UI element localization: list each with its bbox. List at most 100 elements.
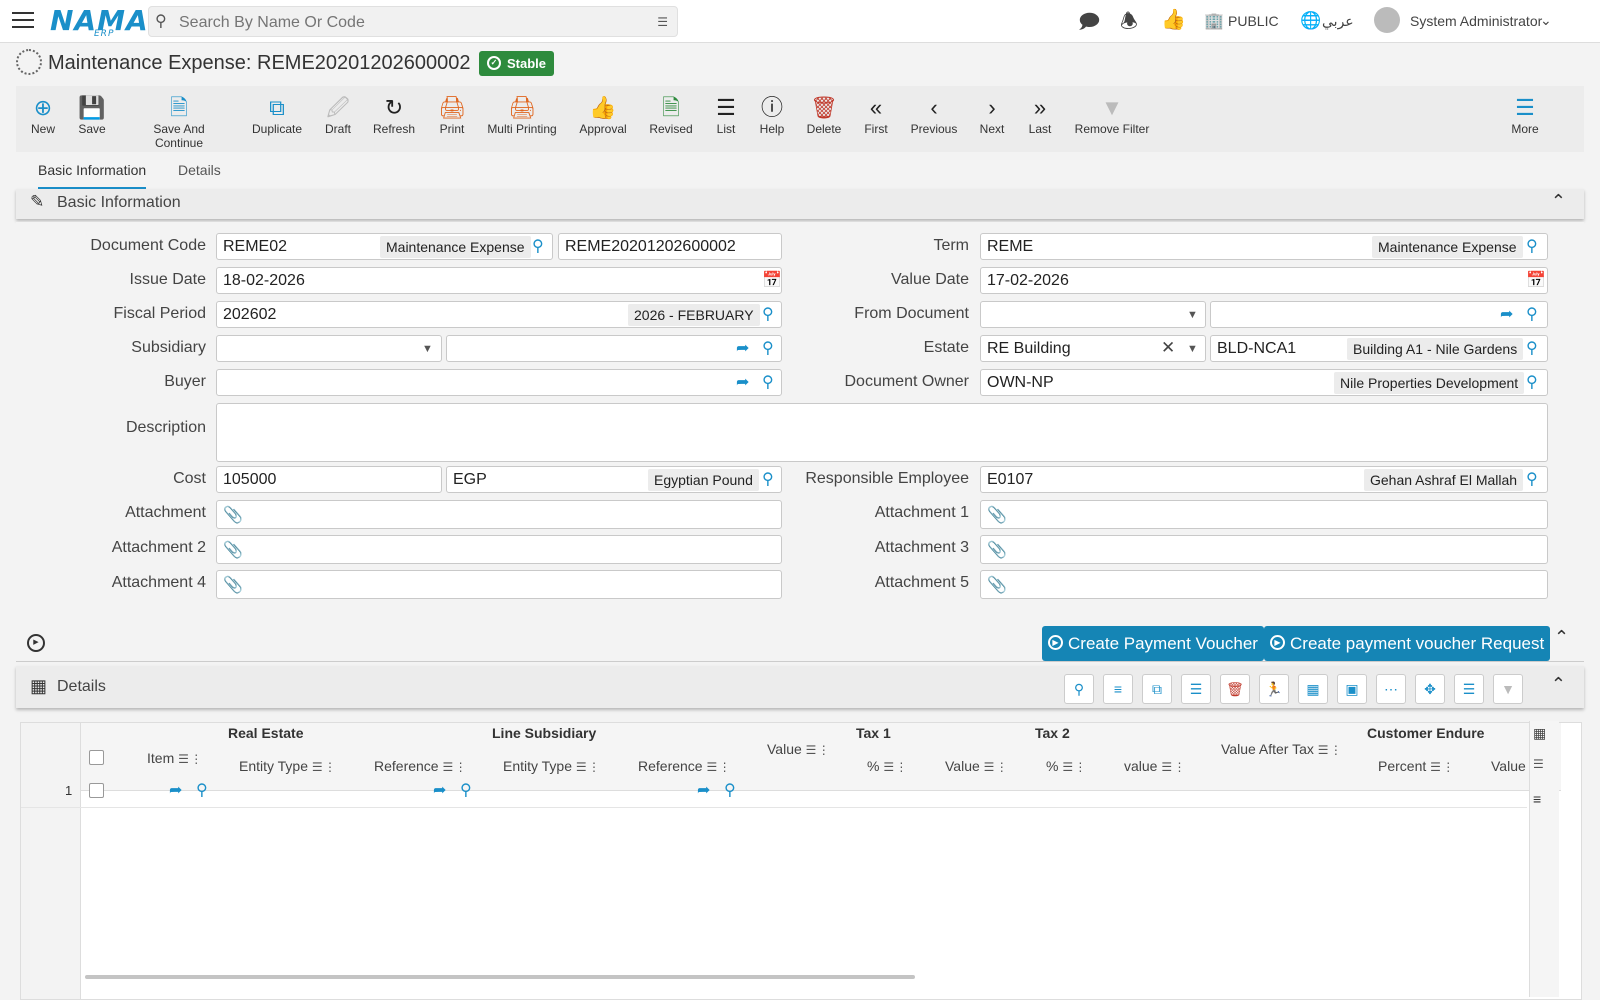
search-plus-icon[interactable]: ⚲ bbox=[532, 236, 544, 256]
delete-button[interactable]: 🗑 Delete bbox=[806, 94, 842, 136]
col-entity-type[interactable]: Entity Type ☰ ⋮ bbox=[239, 758, 336, 774]
col-reference[interactable]: Reference ☰ ⋮ bbox=[374, 758, 467, 774]
revised-button[interactable]: 🗎 Revised bbox=[648, 94, 694, 136]
search-plus-icon[interactable]: ⚲ bbox=[1526, 372, 1538, 392]
caret-down-icon[interactable]: ▼ bbox=[1187, 343, 1198, 355]
previous-button[interactable]: ‹ Previous bbox=[910, 94, 958, 136]
search-plus-icon[interactable]: ⚲ bbox=[762, 469, 774, 489]
search-plus-icon[interactable]: ⚲ bbox=[1526, 469, 1538, 489]
attachment-3-field[interactable]: 📎 bbox=[980, 535, 1548, 564]
basic-info-panel-header[interactable]: ✎ Basic Information ⌃ bbox=[16, 189, 1584, 219]
menu-icon[interactable] bbox=[12, 12, 34, 30]
subsidiary-select[interactable] bbox=[216, 335, 442, 362]
attachment-2-field[interactable]: 📎 bbox=[216, 535, 782, 564]
next-button[interactable]: › Next bbox=[978, 94, 1006, 136]
description-textarea[interactable] bbox=[216, 403, 1548, 462]
filter-icon[interactable]: ☰ ⋮ bbox=[1318, 743, 1342, 757]
filter-icon[interactable]: ☰ ⋮ bbox=[312, 760, 336, 774]
issue-date-field[interactable]: 18-02-2026 bbox=[216, 267, 782, 294]
from-document-select[interactable] bbox=[980, 301, 1206, 328]
tab-details[interactable]: Details bbox=[178, 162, 221, 178]
more-button[interactable]: ☰ More bbox=[1510, 94, 1540, 136]
search-plus-icon[interactable]: ⚲ bbox=[196, 780, 208, 800]
duplicate-button[interactable]: ⧉ Duplicate bbox=[252, 94, 302, 136]
chevron-up-icon[interactable]: ⌃ bbox=[1551, 191, 1566, 212]
share-icon[interactable]: ➦ bbox=[433, 780, 446, 800]
calendar-icon[interactable]: 📅 bbox=[1526, 270, 1546, 290]
remove-filter-button[interactable]: ▼ Remove Filter bbox=[1074, 94, 1150, 136]
copy-icon[interactable]: ⧉ bbox=[1142, 674, 1172, 704]
search-plus-icon[interactable]: ⚲ bbox=[460, 780, 472, 800]
search-plus-icon[interactable]: ⚲ bbox=[724, 780, 736, 800]
col-value[interactable]: Value ☰ ⋮ bbox=[767, 741, 830, 757]
avatar[interactable] bbox=[1374, 7, 1400, 33]
play-circle-icon[interactable]: ▶ bbox=[27, 634, 45, 652]
print-button[interactable]: 🖨 Print bbox=[438, 94, 466, 136]
col-tax1-percent[interactable]: % ☰ ⋮ bbox=[867, 758, 907, 774]
share-icon[interactable]: ➦ bbox=[169, 780, 182, 800]
attachment-1-field[interactable]: 📎 bbox=[980, 500, 1548, 529]
caret-down-icon[interactable]: ▼ bbox=[422, 343, 433, 355]
chat-icon[interactable]: 🗩 bbox=[1078, 7, 1100, 41]
filter-icon[interactable]: ☰ ⋮ bbox=[883, 760, 907, 774]
search-plus-icon[interactable]: ⚲ bbox=[1526, 236, 1538, 256]
from-document-ref-field[interactable] bbox=[1210, 301, 1548, 328]
clear-icon[interactable]: ✕ bbox=[1161, 338, 1175, 358]
filter-icon[interactable]: ☰ bbox=[1533, 757, 1544, 771]
chevron-down-icon[interactable]: ⌄ bbox=[1540, 12, 1552, 29]
chevron-up-icon[interactable]: ⌃ bbox=[1554, 627, 1569, 648]
list-button[interactable]: ☰ List bbox=[714, 94, 738, 136]
bell-icon[interactable]: 🕭 bbox=[1120, 7, 1138, 41]
new-button[interactable]: ⊕ New bbox=[30, 94, 56, 136]
menu-icon[interactable]: ≡ bbox=[1533, 791, 1541, 807]
col-customer-value[interactable]: Value bbox=[1491, 758, 1526, 774]
create-payment-voucher-button[interactable]: ▶ Create Payment Voucher bbox=[1042, 626, 1264, 661]
filter-icon[interactable]: ☰ bbox=[657, 15, 668, 29]
col-tax2-value[interactable]: value ☰ ⋮ bbox=[1124, 758, 1185, 774]
cost-field[interactable]: 105000 bbox=[216, 466, 442, 493]
filter-icon[interactable]: ☰ ⋮ bbox=[984, 760, 1008, 774]
refresh-button[interactable]: ↻ Refresh bbox=[372, 94, 416, 136]
user-name[interactable]: System Administrator bbox=[1410, 13, 1542, 29]
move-icon[interactable]: ✥ bbox=[1415, 674, 1445, 704]
row-checkbox[interactable] bbox=[89, 783, 104, 798]
create-payment-voucher-request-button[interactable]: ▶ Create payment voucher Request bbox=[1264, 626, 1551, 661]
filter-icon[interactable]: ☰ ⋮ bbox=[1062, 760, 1086, 774]
share-icon[interactable]: ➦ bbox=[736, 338, 749, 358]
share-icon[interactable]: ➦ bbox=[1500, 304, 1513, 324]
attachment-5-field[interactable]: 📎 bbox=[980, 570, 1548, 599]
calendar-icon[interactable]: 📅 bbox=[762, 270, 782, 290]
caret-down-icon[interactable]: ▼ bbox=[1187, 309, 1198, 321]
zoom-search-icon[interactable]: ⚲ bbox=[1064, 674, 1094, 704]
buyer-field[interactable] bbox=[216, 369, 782, 396]
public-label[interactable]: PUBLIC bbox=[1228, 13, 1279, 29]
language-switch[interactable]: عربي bbox=[1322, 13, 1354, 30]
save-button[interactable]: 💾 Save bbox=[76, 94, 108, 136]
attachment-field[interactable]: 📎 bbox=[216, 500, 782, 529]
run-icon[interactable]: 🏃 bbox=[1259, 674, 1289, 704]
filter-icon[interactable]: ☰ bbox=[1454, 674, 1484, 704]
search-input[interactable]: Search By Name Or Code bbox=[179, 14, 365, 32]
add-row-icon[interactable]: ≡ bbox=[1103, 674, 1133, 704]
filter-off-icon[interactable]: ▼ bbox=[1493, 674, 1523, 704]
thumbs-up-icon[interactable]: 👍 bbox=[1161, 7, 1186, 32]
trash-icon[interactable]: 🗑 bbox=[1220, 674, 1250, 704]
help-button[interactable]: ⓘ Help bbox=[758, 94, 786, 136]
filter-icon[interactable]: ☰ ⋮ bbox=[178, 752, 202, 766]
col-item[interactable]: Item ☰ ⋮ bbox=[147, 750, 202, 766]
search-box[interactable]: ⚲ Search By Name Or Code ☰ bbox=[148, 6, 678, 37]
attachment-4-field[interactable]: 📎 bbox=[216, 570, 782, 599]
col-entity-type[interactable]: Entity Type ☰ ⋮ bbox=[503, 758, 600, 774]
value-date-field[interactable]: 17-02-2026 bbox=[980, 267, 1548, 294]
subsidiary-ref-field[interactable] bbox=[446, 335, 782, 362]
col-customer-percent[interactable]: Percent ☰ ⋮ bbox=[1378, 758, 1454, 774]
table-settings-icon[interactable]: ▦ bbox=[1533, 725, 1546, 742]
search-plus-icon[interactable]: ⚲ bbox=[762, 372, 774, 392]
filter-icon[interactable]: ☰ ⋮ bbox=[706, 760, 730, 774]
save-continue-button[interactable]: 🗎 Save And Continue bbox=[128, 94, 230, 150]
multi-printing-button[interactable]: 🖨 Multi Printing bbox=[486, 94, 558, 136]
horizontal-scrollbar[interactable] bbox=[85, 975, 915, 979]
select-all-checkbox[interactable] bbox=[89, 750, 104, 765]
filter-icon[interactable]: ☰ ⋮ bbox=[576, 760, 600, 774]
chevron-up-icon[interactable]: ⌃ bbox=[1551, 674, 1566, 695]
